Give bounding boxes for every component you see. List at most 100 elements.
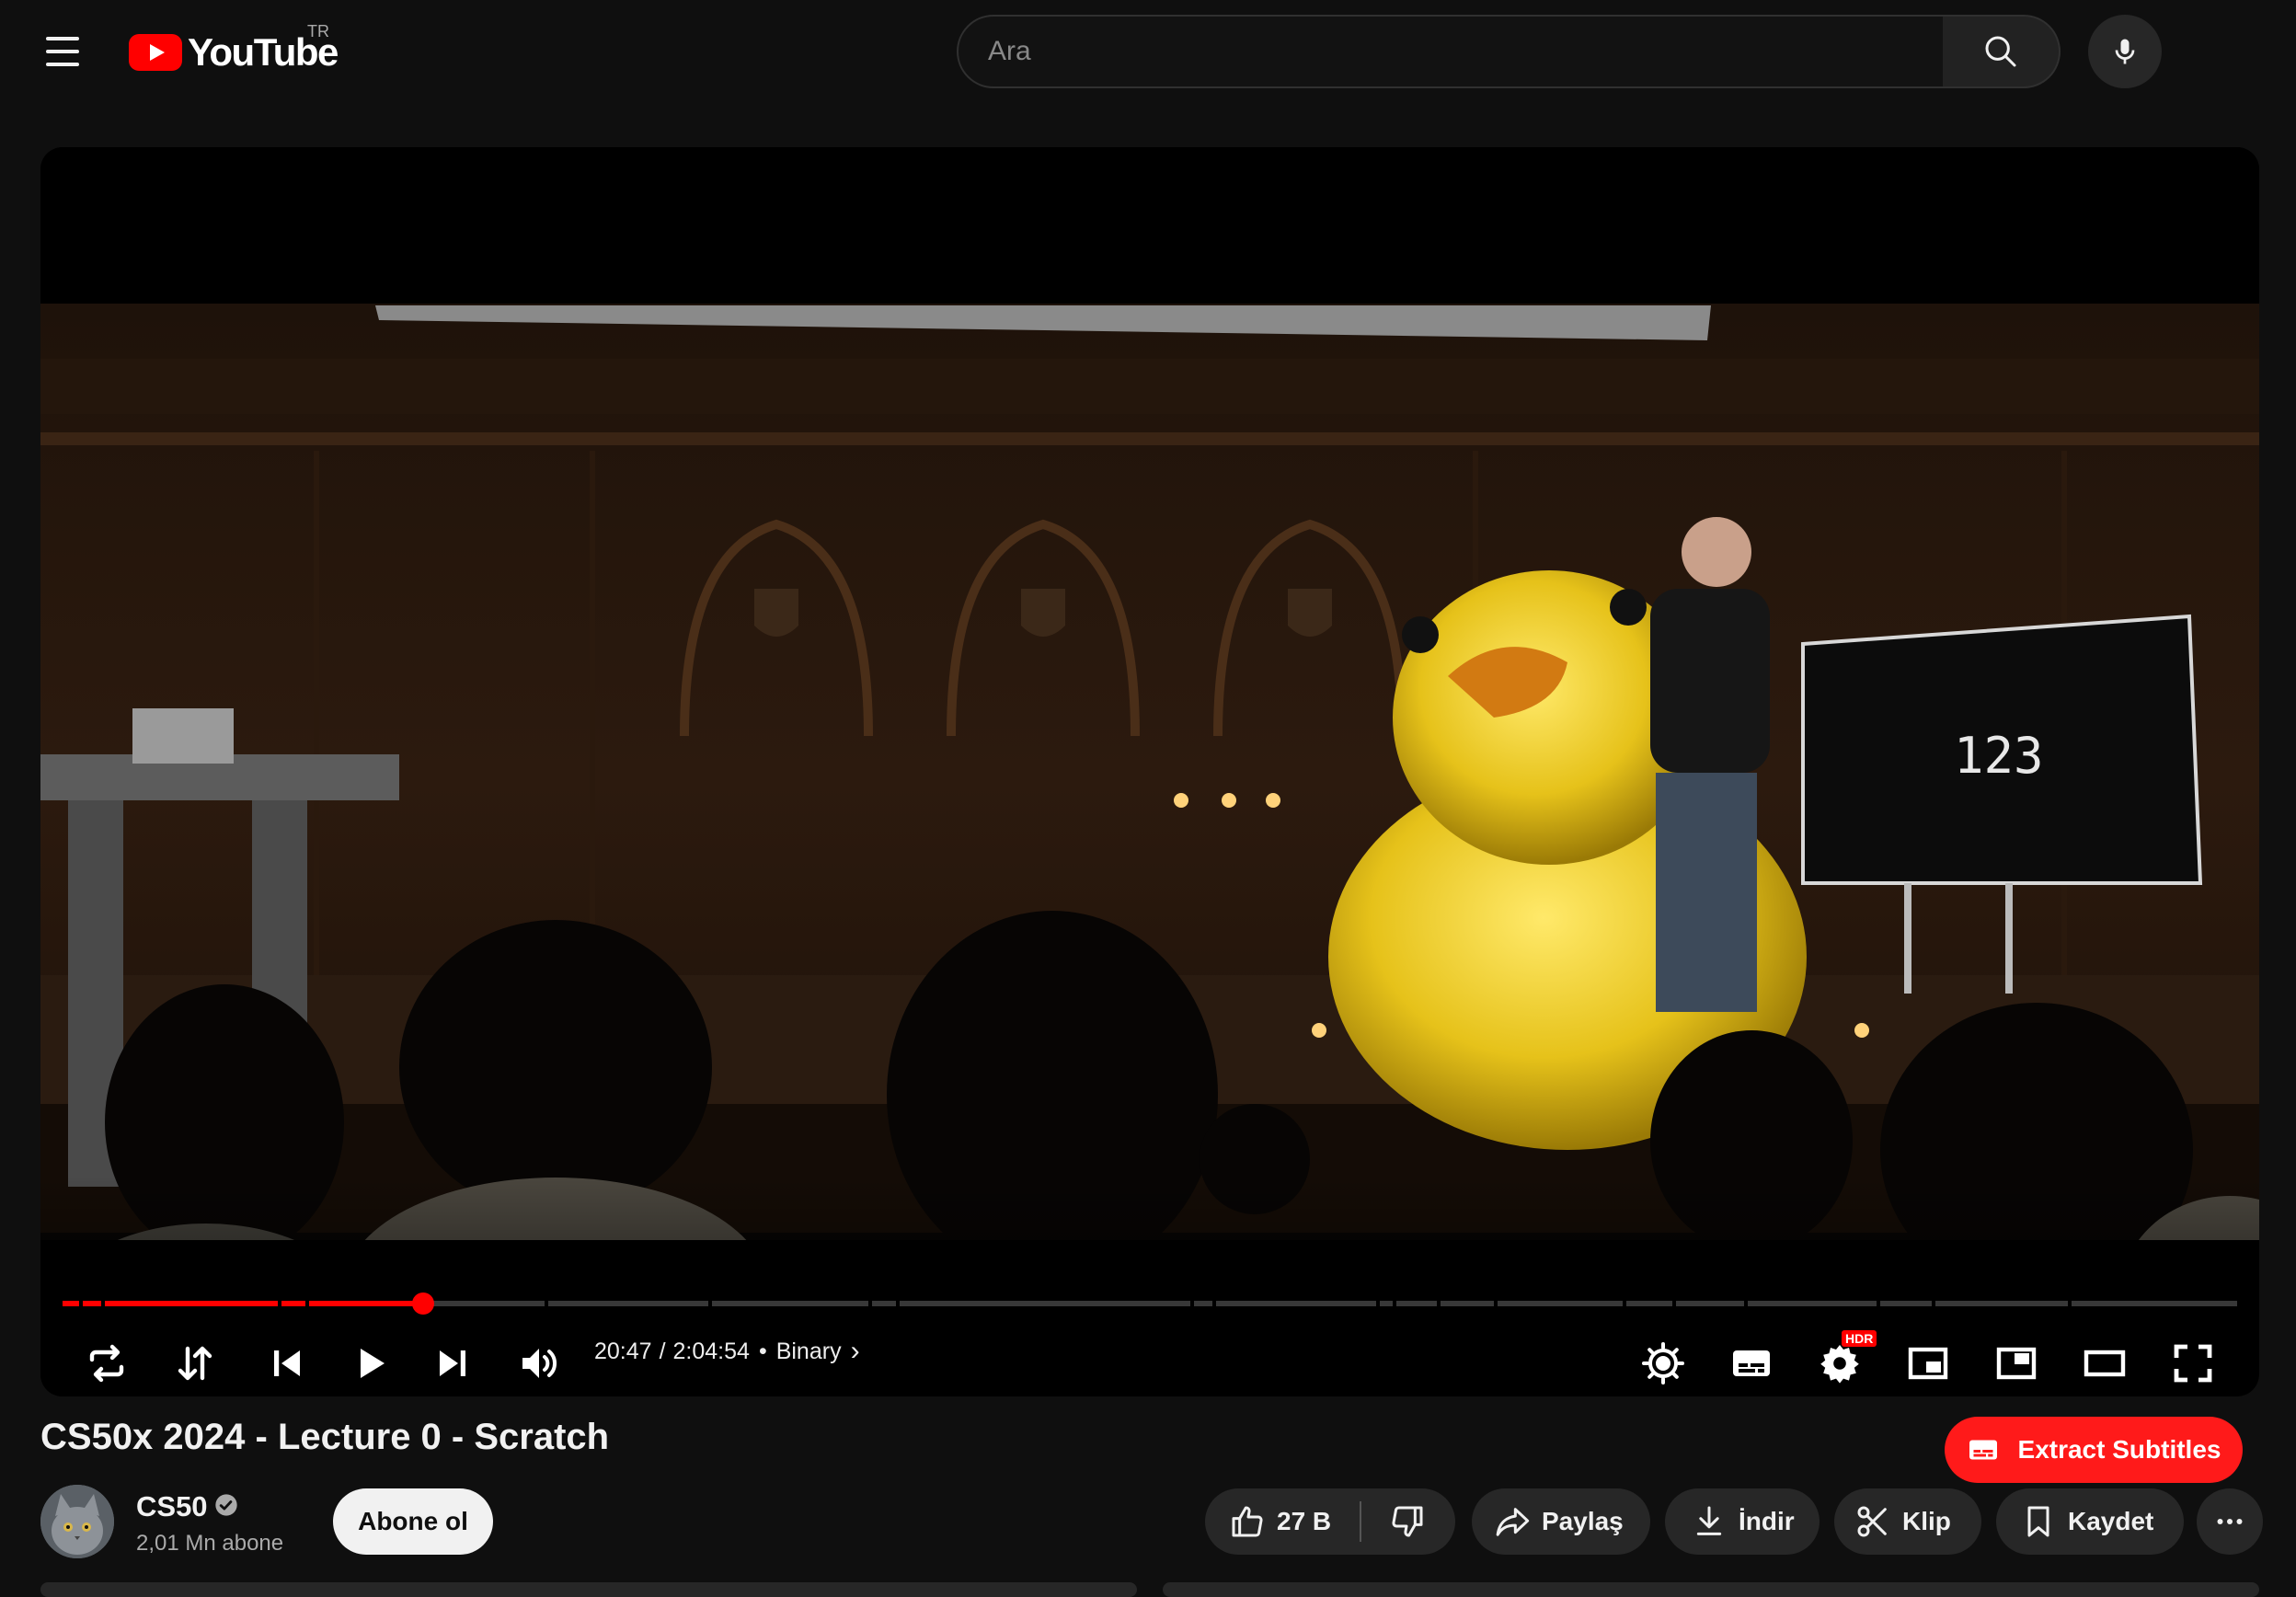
like-button[interactable]: 27 B [1205,1488,1360,1555]
voice-search-button[interactable] [2088,15,2162,88]
video-title: CS50x 2024 - Lecture 0 - Scratch [40,1417,610,1457]
thumbs-down-icon [1392,1506,1423,1537]
progress-bar[interactable] [63,1301,2237,1306]
clip-label: Klip [1902,1507,1951,1535]
more-horizontal-icon [2217,1519,2243,1524]
theater-mode-icon [2084,1350,2126,1377]
download-icon [1696,1506,1722,1535]
subtitles-icon [1969,1440,1997,1460]
save-button[interactable]: Kaydet [1996,1488,2184,1555]
chapter-marker [1212,1301,1216,1306]
subtitles-icon [1733,1350,1770,1376]
share-button[interactable]: Paylaş [1472,1488,1650,1555]
subscribe-button[interactable]: Abone ol [333,1488,493,1555]
settings-button[interactable]: HDR [1801,1325,1878,1402]
chapter-marker [1437,1301,1441,1306]
download-button[interactable]: İndir [1665,1488,1820,1555]
chapter-dot: • [758,1338,767,1364]
chapter-marker [1672,1301,1676,1306]
cat-avatar-image [40,1485,114,1558]
thumbs-up-icon [1232,1506,1263,1537]
chapter-marker [1190,1301,1194,1306]
subscriber-count: 2,01 Mn abone [136,1531,284,1556]
previous-button[interactable] [248,1325,326,1402]
scissors-icon [1857,1506,1887,1537]
youtube-logo[interactable]: YouTube [129,29,339,75]
top-bar: YouTube TR [0,0,2296,103]
chapter-marker [708,1301,712,1306]
screen-text: 123 [1954,727,2044,785]
search-button[interactable] [1943,15,2061,88]
more-actions-button[interactable] [2197,1488,2263,1555]
chapter-marker [1623,1301,1626,1306]
channel-avatar[interactable] [40,1485,114,1558]
time-display: 20:47 / 2:04:54 • Binary › [594,1336,860,1367]
miniplayer-button[interactable] [1889,1325,1967,1402]
chapter-marker [1744,1301,1748,1306]
chapter-marker [278,1301,281,1306]
recommendation-chip-edge [1163,1582,2259,1597]
microphone-icon [2115,39,2135,64]
theater-mode-button[interactable] [2066,1325,2143,1402]
clip-button[interactable]: Klip [1834,1488,1981,1555]
picture-in-picture-button[interactable] [1978,1325,2055,1402]
next-icon [440,1350,465,1376]
chapter-marker [1877,1301,1880,1306]
progress-played [63,1301,424,1306]
chapter-marker [79,1301,83,1306]
play-icon [361,1349,385,1378]
download-label: İndir [1739,1507,1795,1535]
chapter-marker [1494,1301,1498,1306]
ambient-mode-button[interactable] [1624,1325,1702,1402]
sort-button[interactable] [156,1325,234,1402]
fullscreen-button[interactable] [2154,1325,2232,1402]
share-label: Paylaş [1542,1507,1624,1535]
search-icon [1985,36,2016,67]
duration: 2:04:54 [672,1338,750,1364]
save-label: Kaydet [2068,1507,2154,1535]
like-count: 27 B [1277,1507,1332,1535]
dislike-button[interactable] [1361,1488,1453,1555]
channel-name[interactable]: CS50 [136,1490,208,1523]
description-box-edge [40,1582,1137,1597]
chapter-marker [1932,1301,1935,1306]
youtube-logo-icon [129,34,182,71]
chapter-marker [305,1301,309,1306]
hdr-badge: HDR [1842,1330,1877,1347]
chapter-marker [545,1301,548,1306]
chapter-marker [896,1301,900,1306]
volume-button[interactable] [500,1325,578,1402]
chapter-marker [2068,1301,2072,1306]
volume-icon [522,1349,557,1378]
chevron-right-icon[interactable]: › [851,1336,860,1367]
like-dislike-group: 27 B [1205,1488,1455,1555]
chapter-title[interactable]: Binary [776,1338,842,1365]
verified-badge-icon [215,1494,237,1516]
current-time: 20:47 [594,1338,652,1364]
settings-icon [1820,1345,1859,1384]
previous-icon [274,1350,300,1376]
chapter-marker [1376,1301,1380,1306]
time-separator: / [659,1338,666,1364]
chapter-marker [868,1301,872,1306]
extract-subtitles-button[interactable]: Extract Subtitles [1945,1417,2243,1483]
picture-in-picture-icon [1996,1347,2037,1380]
play-button[interactable] [331,1325,408,1402]
next-button[interactable] [414,1325,491,1402]
menu-icon[interactable] [37,28,88,75]
miniplayer-icon [1908,1347,1948,1380]
video-player[interactable]: 123 [40,147,2259,1396]
loop-button[interactable] [68,1325,145,1402]
fullscreen-icon [2174,1344,2212,1383]
country-code: TR [307,22,329,40]
chapter-marker [101,1301,105,1306]
search-input[interactable] [988,24,1943,79]
share-icon [1496,1508,1530,1536]
search-box[interactable] [957,15,1945,88]
subtitles-button[interactable] [1713,1325,1790,1402]
bookmark-icon [2027,1506,2049,1537]
chapter-marker [1393,1301,1396,1306]
loop-icon [89,1344,124,1383]
sort-icon [178,1346,212,1381]
extract-subtitles-label: Extract Subtitles [2017,1435,2221,1464]
